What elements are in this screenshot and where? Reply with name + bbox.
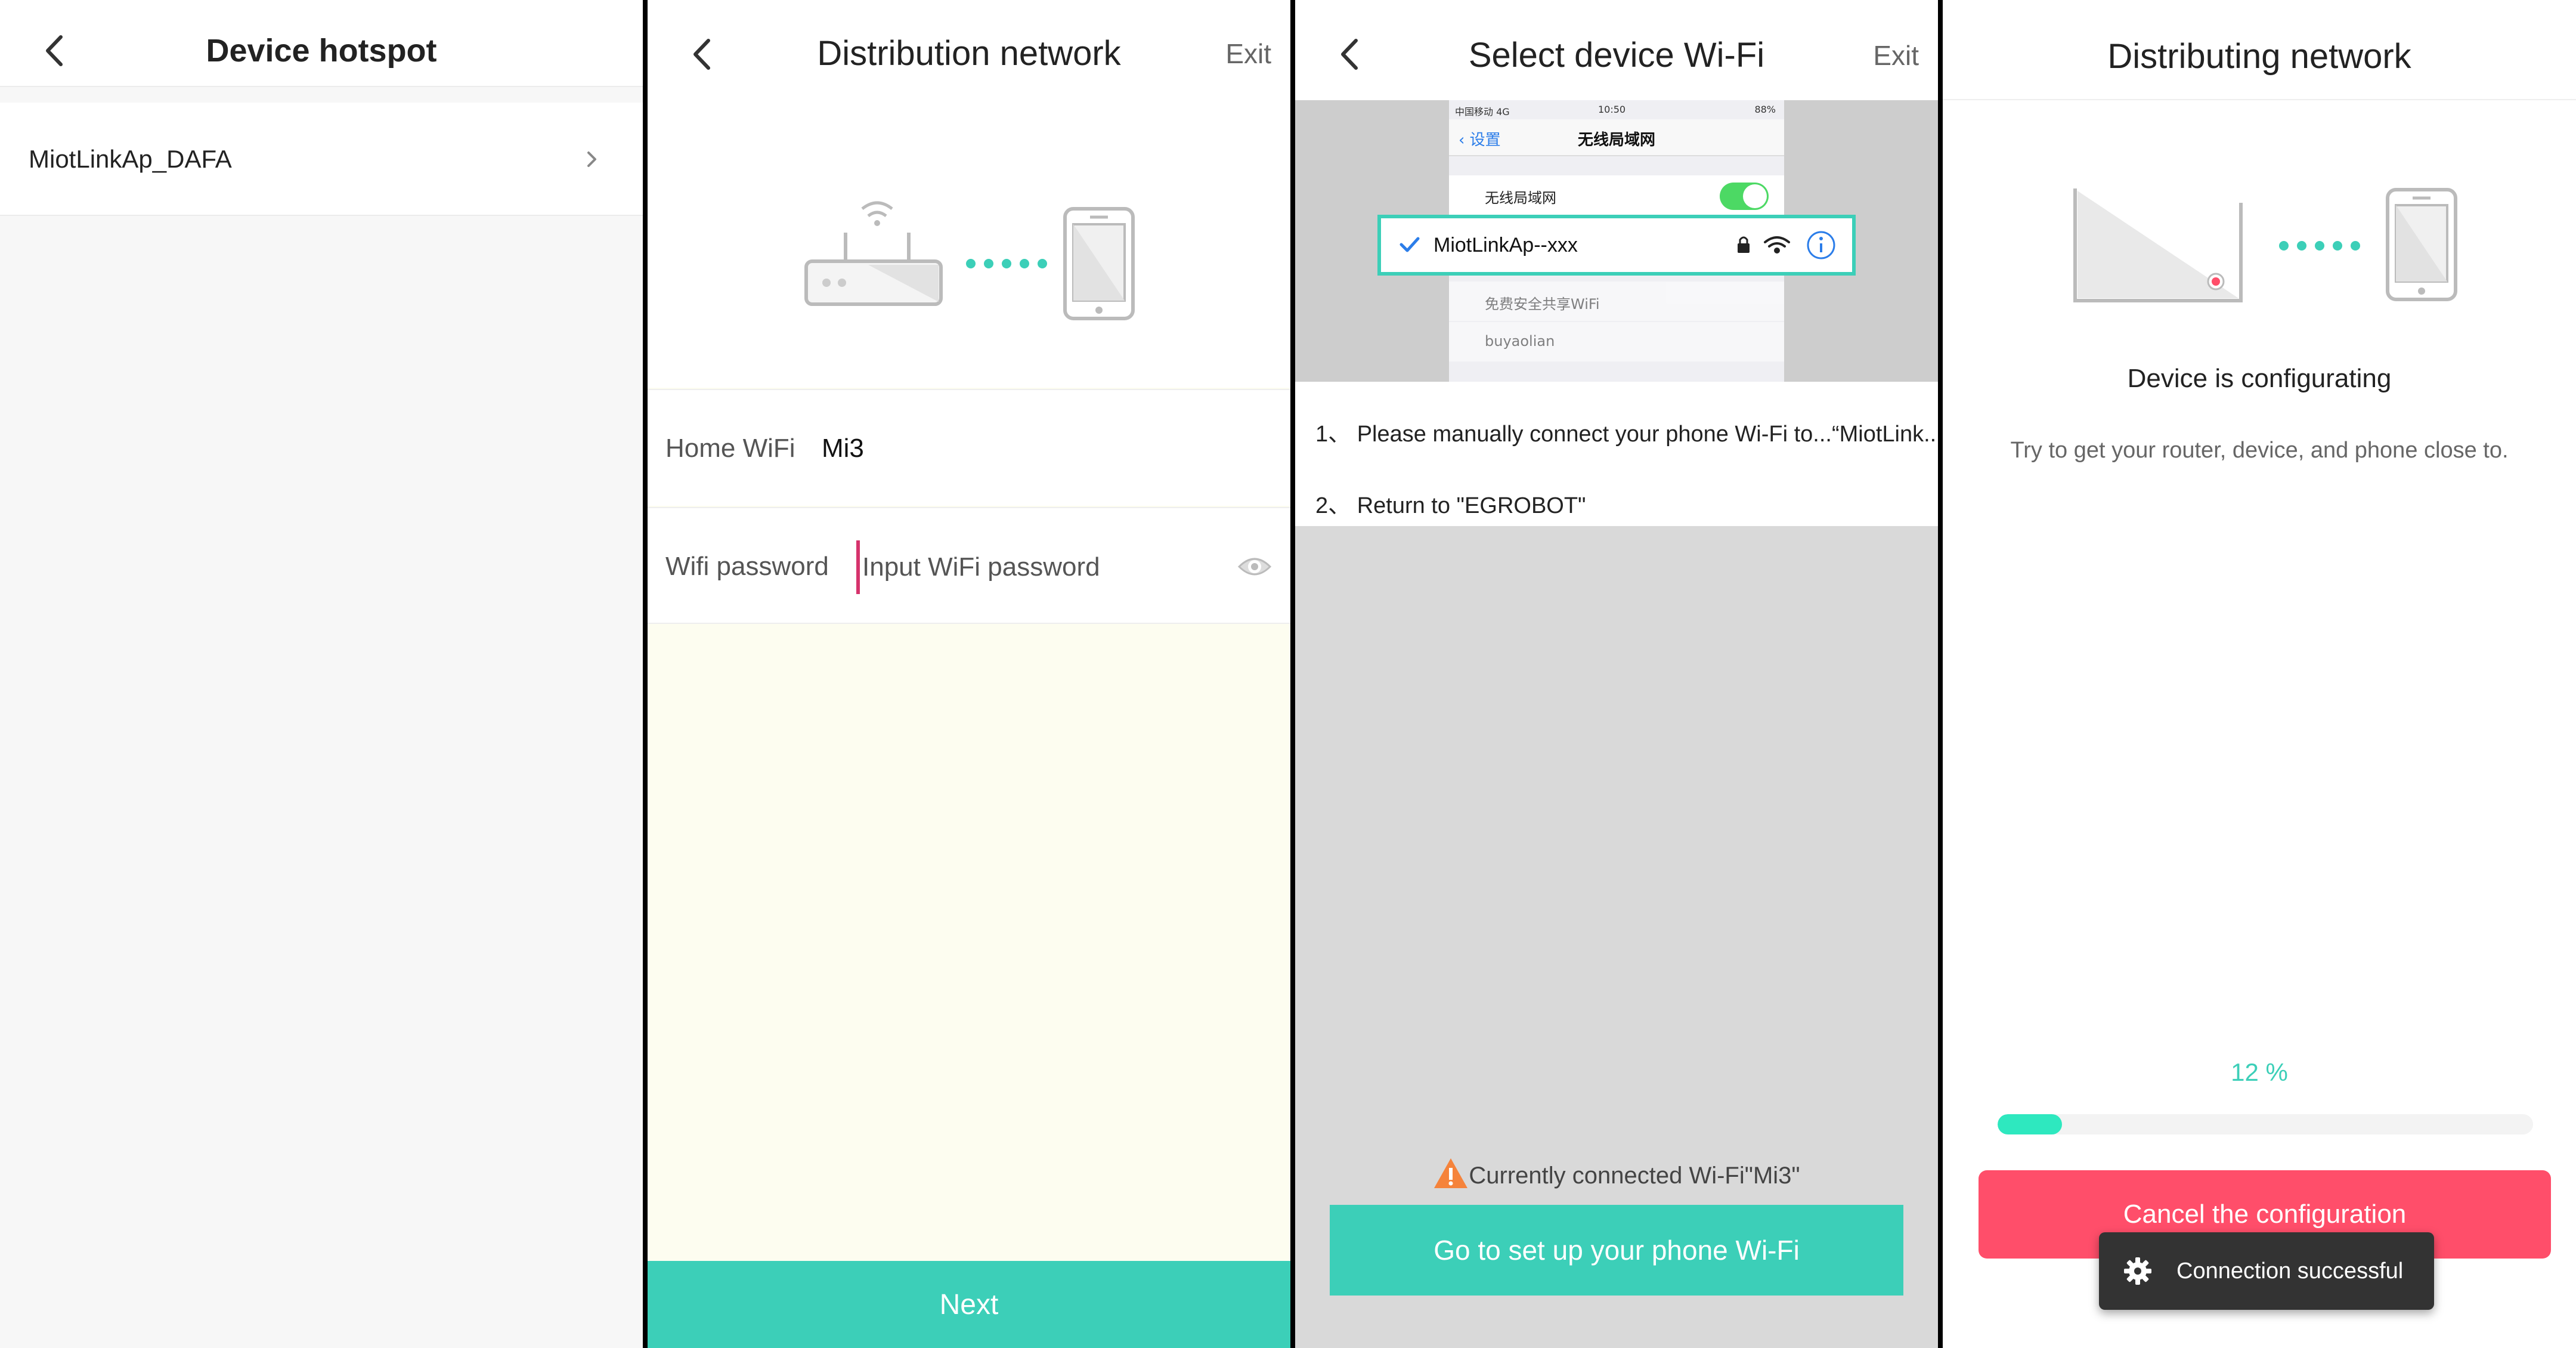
step-1: 1、 Please manually connect your phone Wi… (1315, 422, 1938, 447)
checkmark-icon (1400, 237, 1420, 252)
header: Device hotspot (0, 0, 643, 87)
progress-fill (1998, 1114, 2062, 1134)
exit-button[interactable]: Exit (1225, 0, 1271, 107)
status-bar: 中国移动 4G 10:50 88% (1449, 100, 1784, 119)
go-to-wifi-settings-button[interactable]: Go to set up your phone Wi-Fi (1330, 1205, 1903, 1296)
lock-icon (1738, 236, 1750, 253)
warning-icon (1434, 1158, 1468, 1188)
instruction-screenshot: 中国移动 4G 10:50 88% ‹ 设置 无线局域网 无线局域网 免费安全共… (1295, 100, 1938, 382)
current-wifi-notice: Currently connected Wi-Fi"Mi3" (1295, 1157, 1938, 1189)
phone-icon (1063, 207, 1135, 320)
device-to-phone-illustration (2073, 188, 2457, 302)
mock-network-name: buyaolian (1485, 333, 1555, 350)
mock-wlan-label: 无线局域网 (1485, 190, 1556, 206)
device-hotspot-screen: Device hotspot MiotLinkAp_DAFA (0, 0, 643, 1348)
page-title: Distribution network (817, 34, 1121, 73)
hotspot-list-item[interactable]: MiotLinkAp_DAFA (0, 103, 643, 216)
wifi-password-row: Wifi password (648, 507, 1290, 624)
distribution-network-screen: Distribution network Exit Home WiFi Mi3 … (648, 0, 1290, 1348)
header: Select device Wi-Fi Exit (1295, 0, 1938, 100)
wifi-icon (1764, 236, 1790, 253)
mock-wlan-toggle (1720, 183, 1769, 210)
highlighted-network-row: MiotLinkAp--xxx (1377, 215, 1856, 276)
toast-notification: Connection successful (2099, 1232, 2434, 1310)
router-icon (804, 201, 943, 306)
header: Distributing network (1943, 0, 2576, 100)
instruction-steps: 1、 Please manually connect your phone Wi… (1295, 382, 1938, 526)
wifi-password-input[interactable] (856, 540, 1262, 594)
device-icon (2073, 188, 2243, 302)
mock-wlan-toggle-row: 无线局域网 (1449, 175, 1784, 215)
page-title: Distributing network (2107, 37, 2411, 76)
page-title: Select device Wi-Fi (1468, 36, 1765, 75)
current-wifi-text: Currently connected Wi-Fi"Mi3" (1469, 1163, 1800, 1189)
lock-wifi-info-icons (1738, 231, 1835, 259)
distributing-network-screen: Distributing network Device is configura… (1943, 0, 2576, 1348)
mock-network-row: buyaolian (1449, 322, 1784, 361)
connection-dots (2279, 241, 2360, 251)
eye-icon[interactable] (1237, 550, 1272, 583)
mock-other-networks: 免费安全共享WiFi buyaolian (1449, 273, 1784, 382)
battery-text: 88% (1754, 104, 1776, 115)
time-text: 10:50 (1598, 104, 1626, 115)
configuring-hint: Try to get your router, device, and phon… (2010, 438, 2509, 463)
toast-message: Connection successful (2176, 1259, 2404, 1284)
router-to-phone-illustration (804, 201, 1135, 320)
progress-bar (1998, 1114, 2533, 1134)
chevron-right-icon (587, 152, 596, 167)
phone-icon (2386, 188, 2457, 301)
carrier-text: 中国移动 4G (1455, 106, 1510, 118)
mock-nav-title: 无线局域网 (1577, 131, 1655, 149)
gear-icon (2124, 1257, 2151, 1285)
wifi-password-label: Wifi password (665, 552, 829, 581)
progress-percent: 12 % (2231, 1058, 2288, 1086)
mock-nav-bar: ‹ 设置 无线局域网 (1449, 119, 1784, 156)
hotspot-name: MiotLinkAp_DAFA (29, 145, 232, 173)
page-title: Device hotspot (206, 33, 437, 69)
mock-network-name: 免费安全共享WiFi (1485, 296, 1600, 313)
home-wifi-row[interactable]: Home WiFi Mi3 (648, 389, 1290, 506)
connection-dots (966, 259, 1047, 268)
step-2: 2、 Return to "EGROBOT" (1315, 493, 1586, 518)
next-button[interactable]: Next (648, 1261, 1290, 1348)
header: Distribution network Exit (648, 0, 1290, 388)
configuring-status: Device is configurating (2127, 364, 2392, 393)
home-wifi-label: Home WiFi (665, 434, 795, 463)
info-icon (1807, 231, 1835, 259)
selected-network-name: MiotLinkAp--xxx (1433, 234, 1578, 256)
exit-button[interactable]: Exit (1873, 0, 1919, 111)
home-wifi-value: Mi3 (822, 434, 864, 463)
select-device-wifi-screen: Select device Wi-Fi Exit 中国移动 4G 10:50 8… (1295, 0, 1938, 1348)
mock-network-row: 免费安全共享WiFi (1449, 282, 1784, 321)
